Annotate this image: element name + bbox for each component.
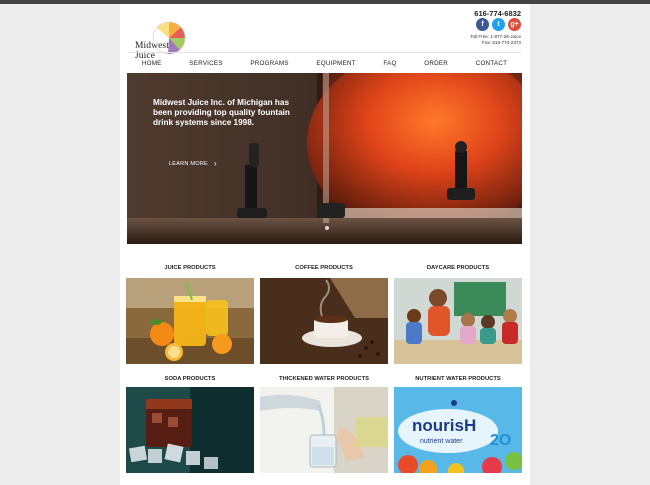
google-plus-icon[interactable]: g+ <box>508 18 521 31</box>
nutrient-water-products-image[interactable]: nourisH nutrient water 2O <box>394 387 522 473</box>
learn-more-label: LEARN MORE <box>169 160 208 167</box>
hero-banner: Midwest Juice Inc. of Michigan has been … <box>127 73 522 244</box>
juice-products-title[interactable]: JUICE PRODUCTS <box>126 265 254 271</box>
learn-more-link[interactable]: LEARN MORE › <box>169 159 217 168</box>
nav-item-programs[interactable]: PROGRAMS <box>250 60 288 67</box>
contact-info: Toll Free: 1-877-26-Juice Fax: 616-774-2… <box>470 34 521 46</box>
soda-products-title[interactable]: SODA PRODUCTS <box>126 376 254 382</box>
twitter-icon[interactable]: t <box>492 18 505 31</box>
social-links: f t g+ <box>476 18 521 31</box>
nav-item-home[interactable]: HOME <box>142 60 162 67</box>
nourish-sub-text: nutrient water <box>420 438 463 445</box>
soda-products-image[interactable] <box>126 387 254 473</box>
nav-item-services[interactable]: SERVICES <box>189 60 222 67</box>
chevron-right-icon: › <box>214 159 217 168</box>
page-container: Midwest Juice 616-774-6832 f t g+ Toll F… <box>120 4 530 485</box>
juice-products-image[interactable] <box>126 278 254 364</box>
nav-item-equipment[interactable]: EQUIPMENT <box>316 60 355 67</box>
site-logo[interactable]: Midwest Juice <box>127 16 187 61</box>
nav-item-order[interactable]: ORDER <box>424 60 448 67</box>
thickened-water-products-image[interactable] <box>260 387 388 473</box>
nav-item-contact[interactable]: CONTACT <box>476 60 507 67</box>
nourish-brand-text: nourisH <box>412 416 476 435</box>
nav-item-faq[interactable]: FAQ <box>383 60 396 67</box>
fax-number: Fax: 616-774-2373 <box>482 40 521 45</box>
thickened-water-products-title[interactable]: THICKENED WATER PRODUCTS <box>260 376 388 382</box>
daycare-products-title[interactable]: DAYCARE PRODUCTS <box>394 265 522 271</box>
main-nav: HOME SERVICES PROGRAMS EQUIPMENT FAQ ORD… <box>128 52 521 74</box>
daycare-products-image[interactable] <box>394 278 522 364</box>
hero-headline: Midwest Juice Inc. of Michigan has been … <box>153 98 290 127</box>
facebook-icon[interactable]: f <box>476 18 489 31</box>
nourish-h2o-text: 2O <box>490 432 511 449</box>
phone-number[interactable]: 616-774-6832 <box>474 9 521 18</box>
coffee-products-title[interactable]: COFFEE PRODUCTS <box>260 265 388 271</box>
coffee-products-image[interactable] <box>260 278 388 364</box>
nutrient-water-products-title[interactable]: NUTRIENT WATER PRODUCTS <box>394 376 522 382</box>
